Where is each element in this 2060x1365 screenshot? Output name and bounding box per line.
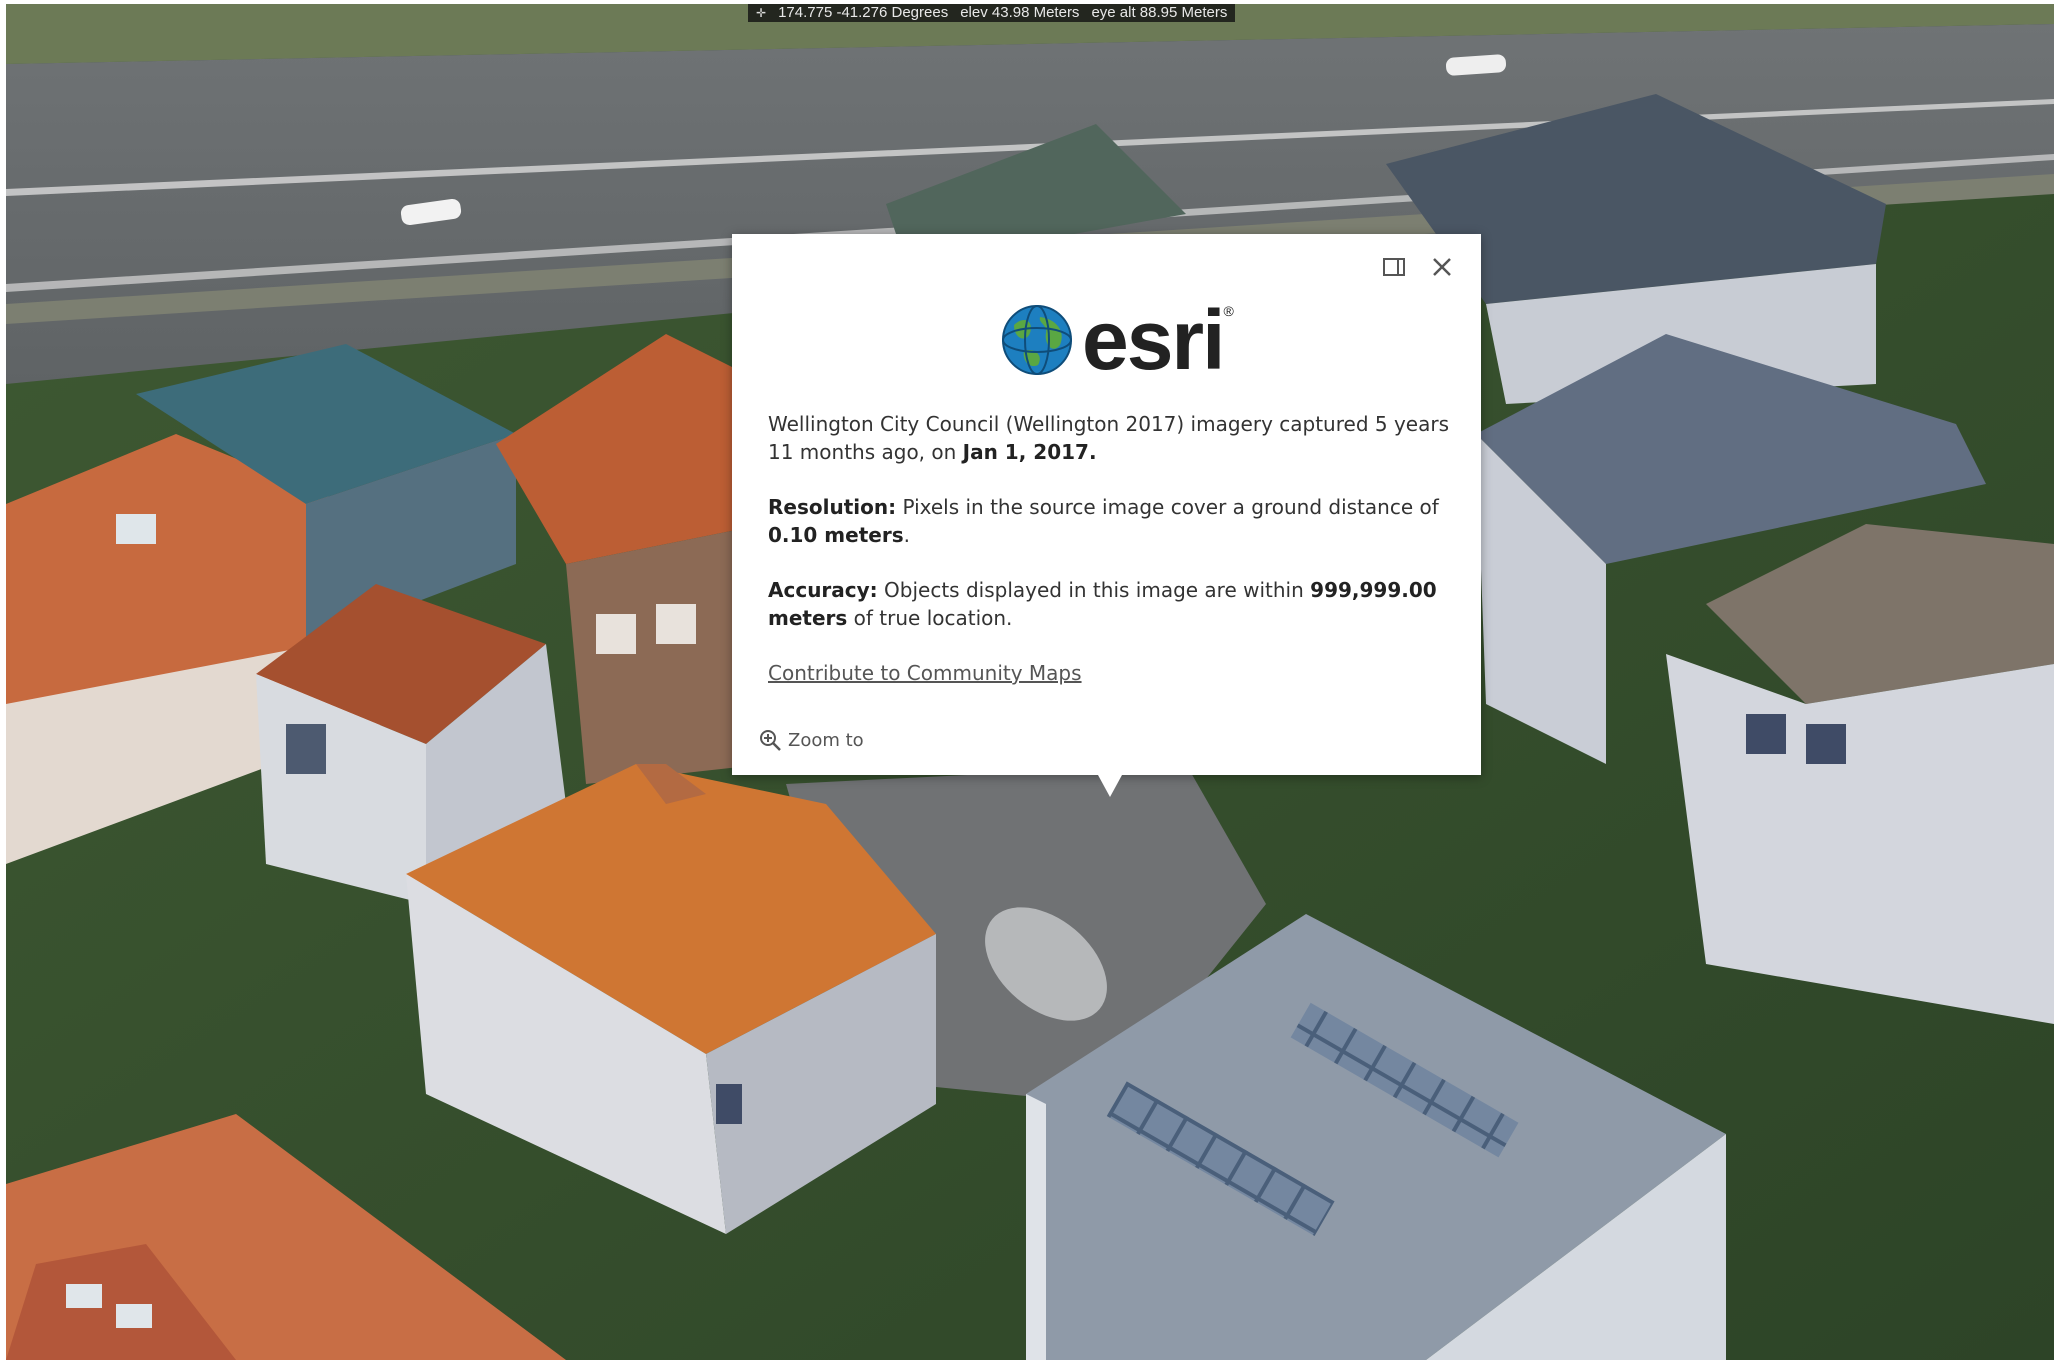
eye-altitude-text: eye alt 88.95 Meters — [1091, 4, 1228, 21]
accuracy-info: Accuracy: Objects displayed in this imag… — [768, 578, 1437, 630]
elevation-text: elev 43.98 Meters — [960, 4, 1080, 21]
imagery-description: Wellington City Council (Wellington 2017… — [768, 412, 1449, 464]
capture-date: Jan 1, 2017. — [962, 440, 1097, 464]
popup-body: Wellington City Council (Wellington 2017… — [768, 410, 1458, 714]
resolution-info: Resolution: Pixels in the source image c… — [768, 495, 1439, 547]
globe-icon — [1002, 305, 1072, 375]
zoom-in-icon — [760, 730, 781, 751]
coordinate-readout: ✛ 174.775 -41.276 Degrees elev 43.98 Met… — [748, 4, 1236, 22]
esri-logo: esri® — [1000, 293, 1234, 387]
zoom-to-label: Zoom to — [788, 729, 864, 751]
contribute-link[interactable]: Contribute to Community Maps — [768, 661, 1082, 685]
map-view[interactable]: ✛ 174.775 -41.276 Degrees elev 43.98 Met… — [6, 4, 2054, 1360]
resolution-value: 0.10 meters — [768, 523, 904, 547]
close-icon[interactable] — [1427, 252, 1457, 282]
imagery-info-popup: esri® Wellington City Council (Wellingto… — [732, 234, 1481, 797]
zoom-to-button[interactable]: Zoom to — [758, 728, 864, 752]
registered-mark: ® — [1223, 303, 1233, 319]
dock-icon[interactable] — [1379, 252, 1409, 282]
logo-wordmark: esri® — [1082, 293, 1234, 387]
crosshair-icon: ✛ — [756, 6, 767, 20]
coordinates-text: 174.775 -41.276 Degrees — [778, 4, 949, 21]
